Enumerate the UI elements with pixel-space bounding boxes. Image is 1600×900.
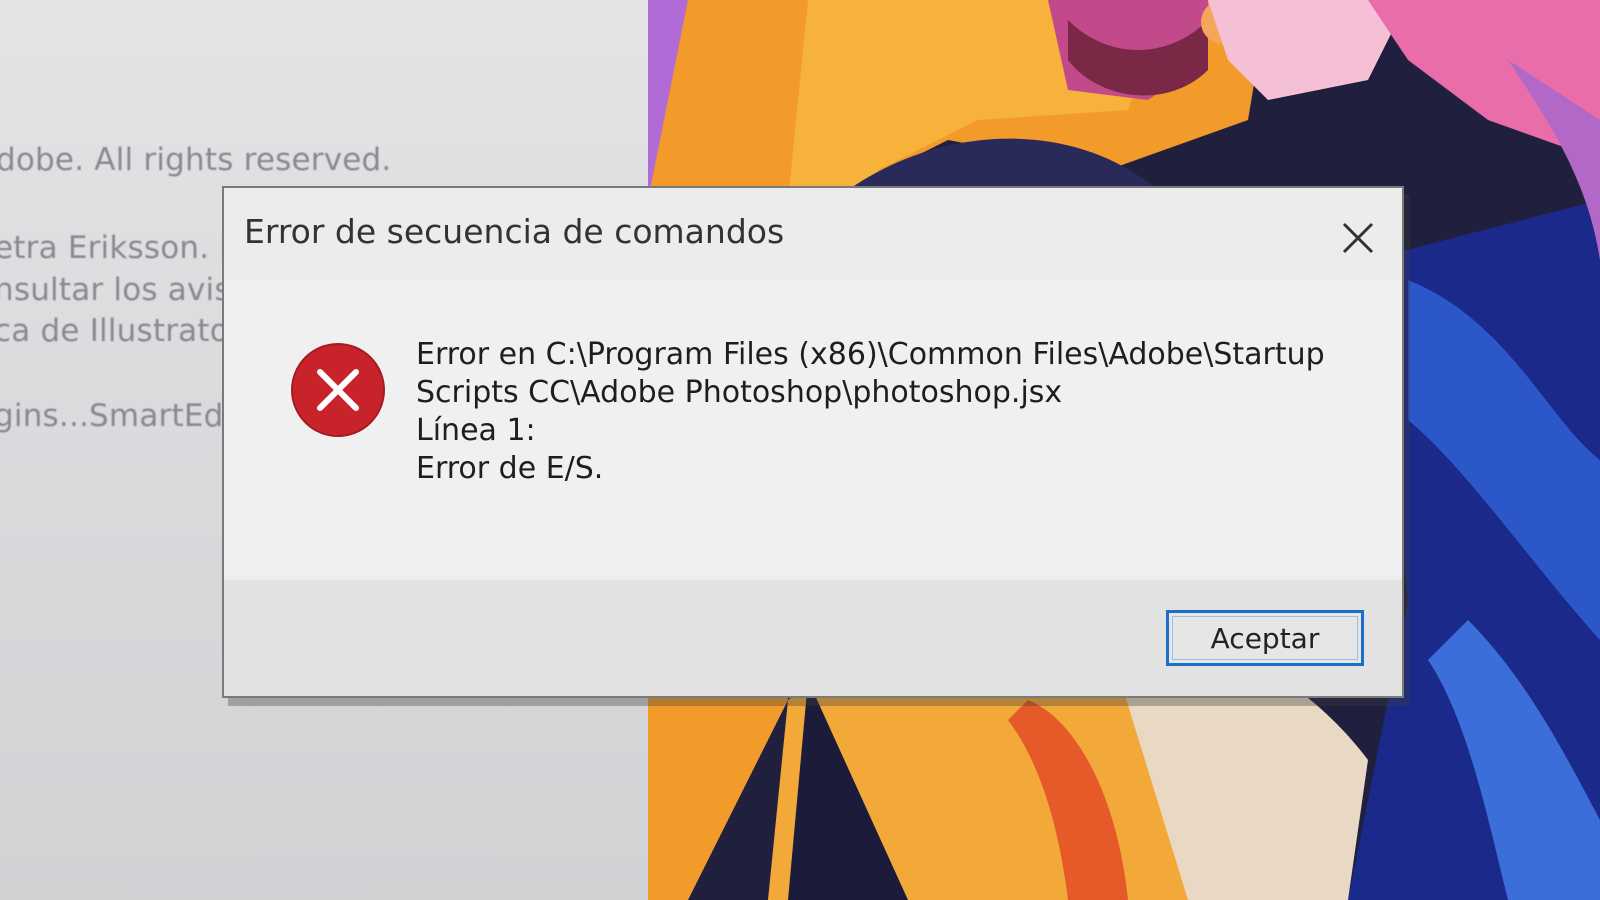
dialog-content: Error en C:\Program Files (x86)\Common F… xyxy=(224,280,1402,576)
splash-legal-line: nsultar los avis xyxy=(0,272,231,308)
error-message-line: Línea 1: xyxy=(416,413,536,448)
dialog-footer: Aceptar xyxy=(224,580,1402,696)
dialog-title-bar: Error de secuencia de comandos xyxy=(224,188,1402,280)
desktop-screen: dobe. All rights reserved. etra Eriksson… xyxy=(0,0,1600,900)
script-error-dialog: Error de secuencia de comandos Error en … xyxy=(222,186,1404,698)
error-message-line: Scripts CC\Adobe Photoshop\photoshop.jsx xyxy=(416,375,1063,410)
splash-legal-line-2: ca de Illustrato xyxy=(0,313,229,349)
splash-credits-line: etra Eriksson. F xyxy=(0,230,238,266)
close-icon xyxy=(1342,222,1374,254)
splash-copyright-line: dobe. All rights reserved. xyxy=(0,142,392,178)
dialog-title: Error de secuencia de comandos xyxy=(244,212,785,251)
ok-button[interactable]: Aceptar xyxy=(1166,610,1364,666)
error-message: Error en C:\Program Files (x86)\Common F… xyxy=(416,336,1366,488)
error-icon xyxy=(291,343,385,437)
error-message-line: Error de E/S. xyxy=(416,451,604,486)
error-message-line: Error en C:\Program Files (x86)\Common F… xyxy=(416,337,1325,372)
splash-loading-status: gins...SmartEd xyxy=(0,398,224,434)
close-button[interactable] xyxy=(1336,216,1380,260)
